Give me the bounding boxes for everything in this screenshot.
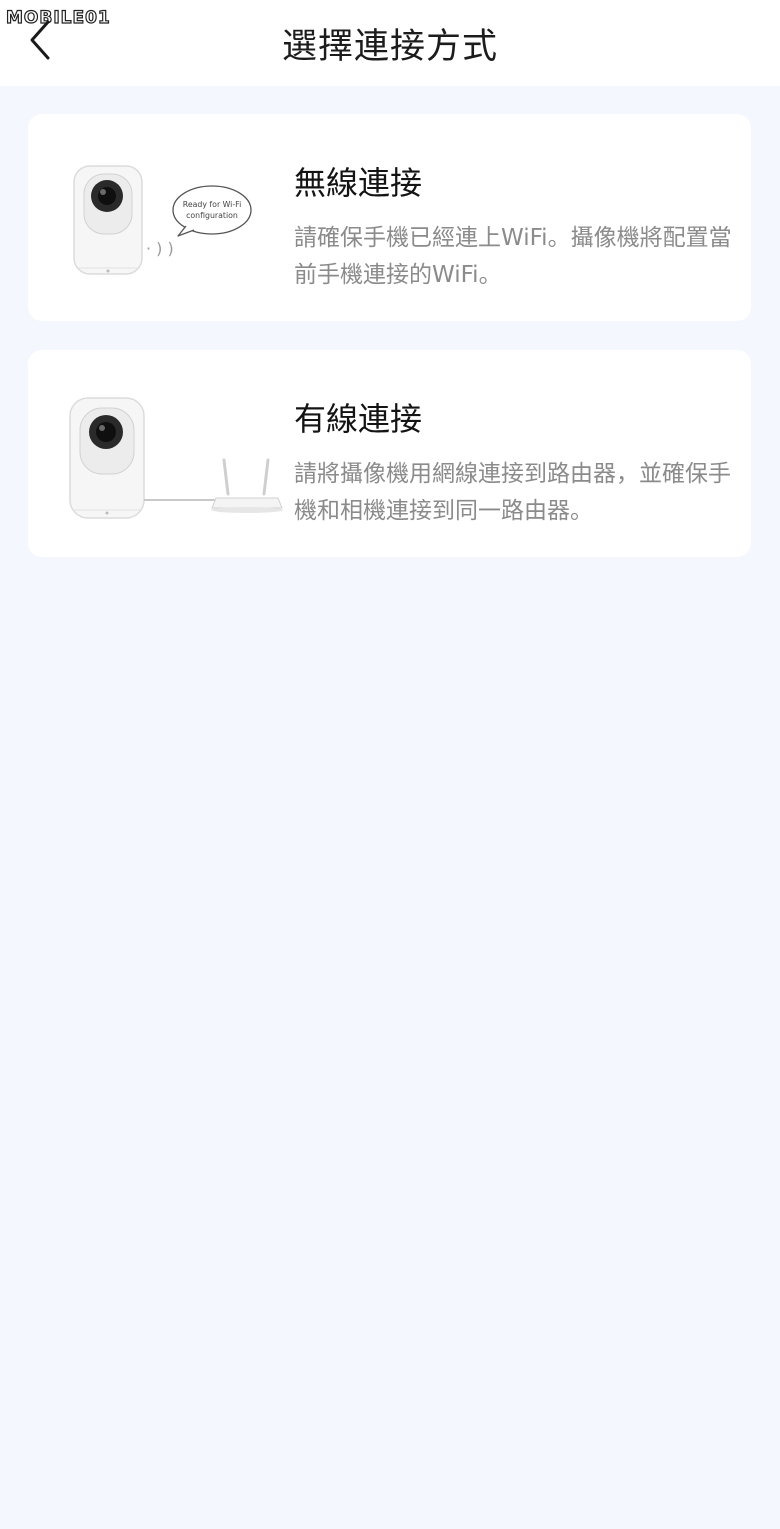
bubble-line-1: Ready for Wi-Fi [183,200,241,209]
bubble-line-2: configuration [186,211,238,220]
wireless-option-title: 無線連接 [294,164,423,202]
signal-waves-icon: · ) ) [146,239,174,258]
wireless-option-description: 請確保手機已經連上WiFi。攝像機將配置當前手機連接的WiFi。 [294,225,732,288]
top-bar: MOBILE01 選擇連接方式 [0,0,780,86]
camera-wifi-illustration: · ) ) Ready for Wi-Fi configuration [73,165,252,275]
page-title: 選擇連接方式 [281,27,498,67]
router-icon [211,458,283,513]
wired-option-title: 有線連接 [294,400,423,438]
camera-router-illustration [69,397,283,519]
wired-option-description: 請將攝像機用網線連接到路由器，並確保手機和相機連接到同一路由器。 [294,461,731,524]
wireless-connection-card[interactable]: · ) ) Ready for Wi-Fi configuration 無線連接… [28,114,751,321]
wired-connection-card[interactable]: 有線連接 請將攝像機用網線連接到路由器，並確保手機和相機連接到同一路由器。 [28,350,751,557]
